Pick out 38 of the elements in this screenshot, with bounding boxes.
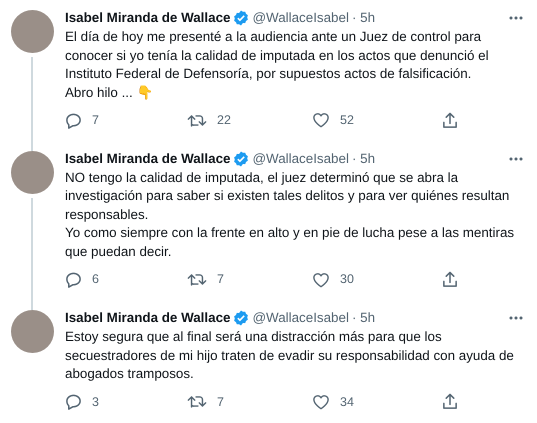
timestamp[interactable]: · 5h [352, 309, 376, 327]
author-name[interactable]: Isabel Miranda de Wallace [65, 9, 230, 27]
like-count: 30 [340, 271, 354, 288]
author-name[interactable]: Isabel Miranda de Wallace [65, 309, 230, 327]
share-icon[interactable] [442, 393, 458, 410]
avatar-photo[interactable] [10, 150, 54, 194]
retweet-icon[interactable] [187, 393, 207, 410]
more-options-icon[interactable] [509, 316, 523, 320]
reply-icon[interactable] [65, 393, 82, 410]
reply-icon[interactable] [65, 271, 82, 288]
tweet-text: Estoy segura que al final será una distracción más para que los secuestradores de mi hijo traten de evadir su responsabilidad con ayuda de abogados tramposos. [65, 328, 515, 383]
like-count: 52 [340, 112, 354, 129]
share-icon[interactable] [442, 112, 458, 129]
more-options-icon[interactable] [509, 16, 523, 20]
timestamp[interactable]: · 5h [352, 150, 376, 168]
timestamp[interactable]: · 5h [352, 9, 376, 27]
avatar-photo[interactable] [10, 10, 54, 53]
retweet-icon[interactable] [187, 271, 207, 288]
tweet-text: NO tengo la calidad de imputada, el juez determinó que se abra la investigación para saber si existen tales delitos y para ver quiénes resultan responsables. Yo como siempre con la frente en alto y en pie de lucha pese a las mentiras que puedan decir. [65, 168, 516, 261]
retweet-count: 7 [217, 271, 224, 288]
author-handle[interactable]: @WallaceIsabel [252, 9, 349, 27]
author-handle[interactable]: @WallaceIsabel [252, 150, 349, 168]
heart-icon[interactable] [312, 394, 330, 410]
retweet-count: 7 [217, 394, 224, 410]
heart-icon[interactable] [312, 272, 330, 288]
like-count: 34 [340, 394, 354, 410]
author-handle[interactable]: @WallaceIsabel [252, 309, 349, 327]
heart-icon[interactable] [312, 112, 330, 128]
retweet-count: 22 [217, 112, 231, 129]
more-options-icon[interactable] [509, 156, 523, 161]
avatar-photo[interactable] [10, 310, 54, 353]
reply-count: 7 [92, 112, 99, 129]
reply-count: 3 [92, 394, 99, 410]
share-icon[interactable] [442, 271, 458, 288]
tweet-text: El día de hoy me presenté a la audiencia ante un Juez de control para conocer si yo tenía la calidad de imputada en los actos que denunció el Instituto Federal de Defensoría, por supuestos actos de falsificación. Abro hilo ... 👇 [65, 28, 490, 102]
reply-icon[interactable] [65, 112, 82, 129]
author-name[interactable]: Isabel Miranda de Wallace [65, 150, 230, 168]
reply-count: 6 [92, 271, 99, 288]
